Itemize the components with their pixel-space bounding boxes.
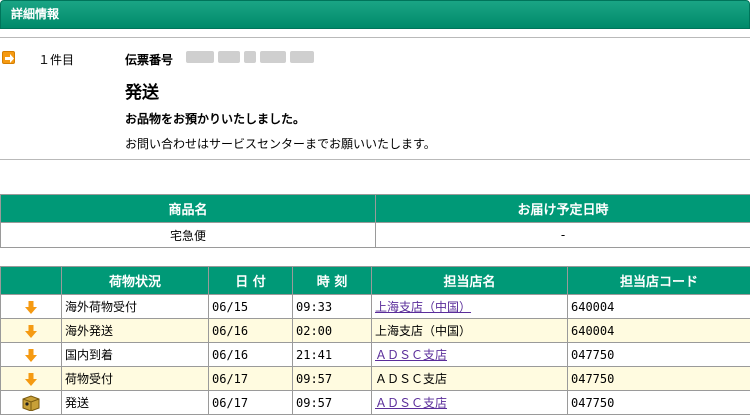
row-time: 02:00 [292,318,372,343]
row-store-code: 047750 [567,366,750,391]
details-header: 詳細情報 [0,0,750,29]
table-row: 国内到着 06/16 21:41 ＡＤＳＣ支店 047750 [0,342,750,367]
table-row: 発送 06/17 09:57 ＡＤＳＣ支店 047750 [0,390,750,415]
table-row: 荷物受付 06/17 09:57 ＡＤＳＣ支店 047750 [0,366,750,391]
row-store-code: 047750 [567,390,750,415]
details-header-title: 詳細情報 [11,7,60,21]
slip-number-redacted [186,51,314,63]
store-link[interactable]: ＡＤＳＣ支店 [375,396,447,410]
row-status: 荷物受付 [61,366,209,391]
row-time: 21:41 [292,342,372,367]
product-table: 商品名 お届け予定日時 宅急便 - [0,194,750,248]
status-message: お品物をお預かりいたしました。 [125,112,306,126]
item-count: １件目 [38,53,75,67]
delivery-date: - [375,222,750,248]
row-date: 06/16 [208,318,293,343]
status-title: 発送 [125,83,159,103]
row-date: 06/15 [208,294,293,319]
store-link[interactable]: 上海支店（中国） [375,300,471,314]
row-store: ＡＤＳＣ支店 [371,366,568,391]
row-date: 06/17 [208,390,293,415]
row-store-code: 640004 [567,294,750,319]
contact-message: お問い合わせはサービスセンターまでお願いいたします。 [125,137,436,151]
row-status: 海外発送 [61,318,209,343]
slip-number-label: 伝票番号 [125,53,174,67]
right-arrow-icon [2,51,15,64]
col-store: 担当店名 [371,266,568,295]
store-link[interactable]: ＡＤＳＣ支店 [375,348,447,362]
down-arrow-icon [25,300,37,314]
col-delivery-date: お届け予定日時 [375,194,750,223]
row-time: 09:57 [292,390,372,415]
down-arrow-icon [25,372,37,386]
col-date: 日 付 [208,266,293,295]
row-store: 上海支店（中国） [371,318,568,343]
col-icon [0,266,62,295]
row-status: 海外荷物受付 [61,294,209,319]
product-table-header: 商品名 お届け予定日時 [0,194,750,223]
col-product-name: 商品名 [0,194,376,223]
row-date: 06/16 [208,342,293,367]
tracking-table: 荷物状況 日 付 時 刻 担当店名 担当店コード 海外荷物受付 06/15 09… [0,266,750,415]
row-time: 09:57 [292,366,372,391]
col-status: 荷物状況 [61,266,209,295]
row-time: 09:33 [292,294,372,319]
product-row: 宅急便 - [0,222,750,248]
down-arrow-icon [25,324,37,338]
product-name: 宅急便 [0,222,376,248]
top-divider [0,37,750,38]
row-date: 06/17 [208,366,293,391]
row-store-code: 640004 [567,318,750,343]
tracking-table-header: 荷物状況 日 付 時 刻 担当店名 担当店コード [0,266,750,295]
box-icon [22,394,40,411]
row-store-code: 047750 [567,342,750,367]
info-divider [0,159,750,160]
row-status: 発送 [61,390,209,415]
row-status: 国内到着 [61,342,209,367]
down-arrow-icon [25,348,37,362]
table-row: 海外荷物受付 06/15 09:33 上海支店（中国） 640004 [0,294,750,319]
table-row: 海外発送 06/16 02:00 上海支店（中国） 640004 [0,318,750,343]
col-time: 時 刻 [292,266,372,295]
col-store-code: 担当店コード [567,266,750,295]
